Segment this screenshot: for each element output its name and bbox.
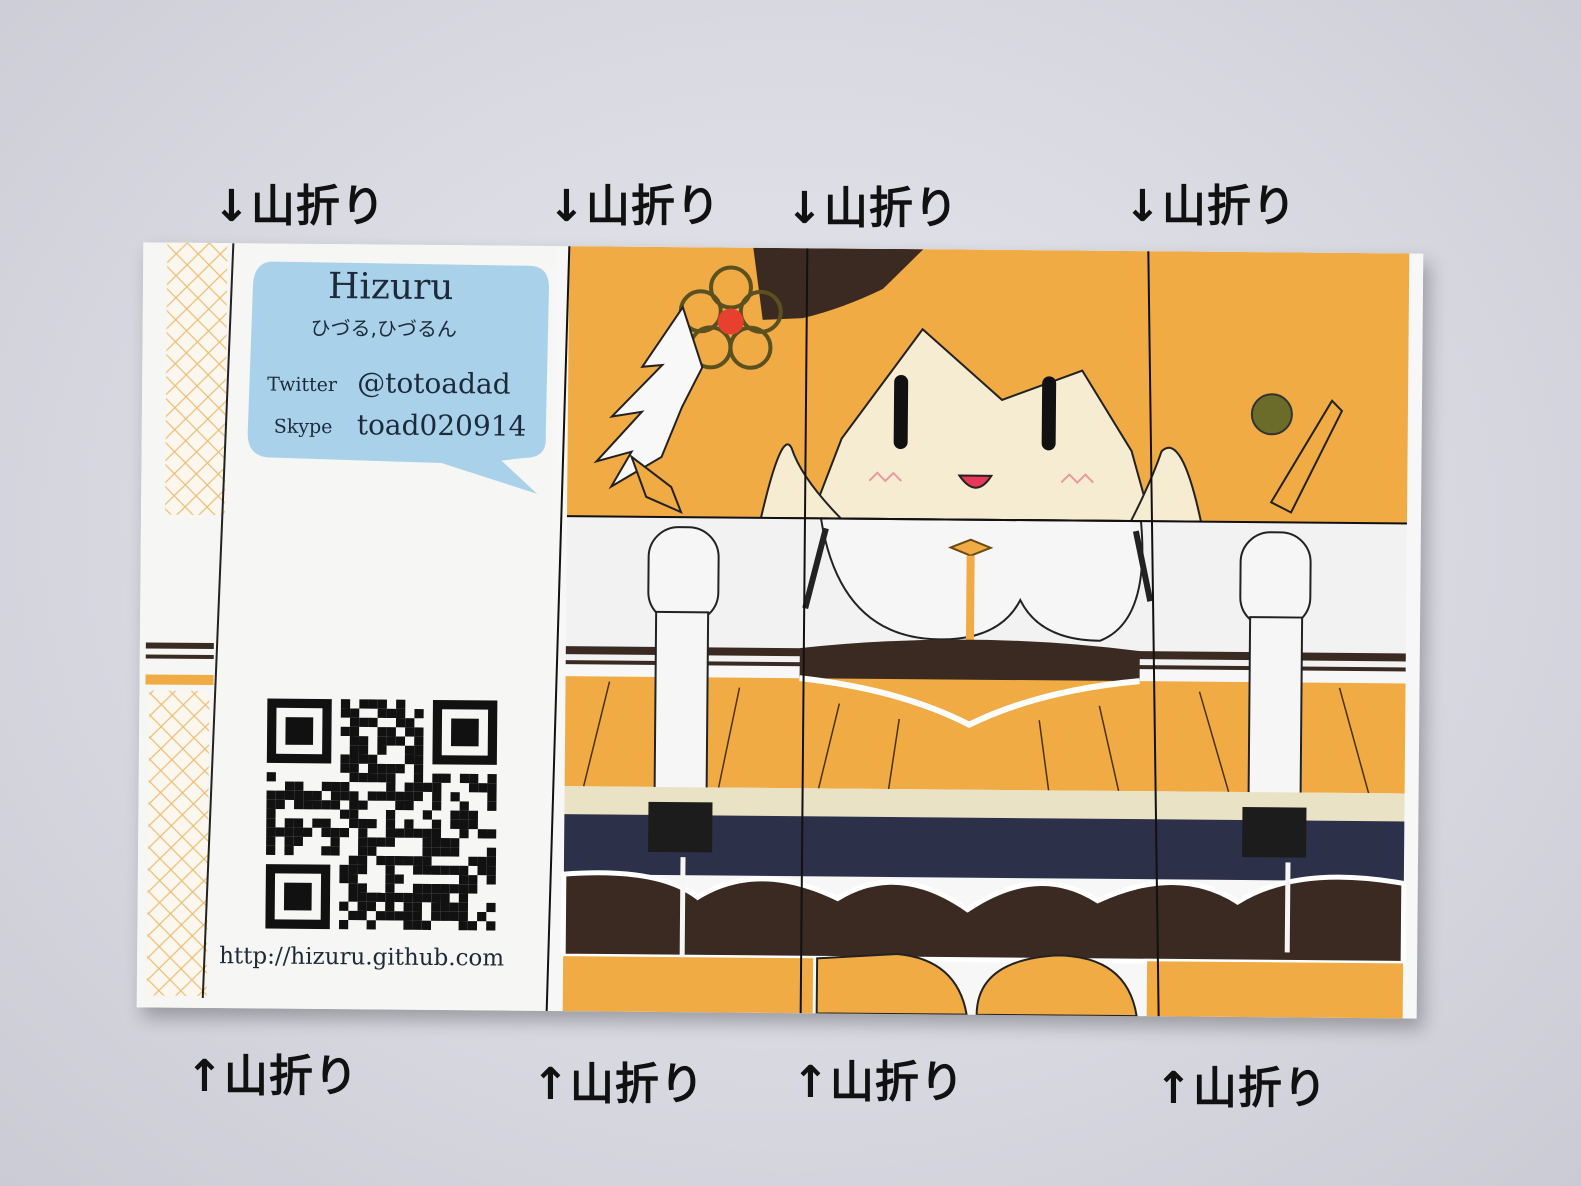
business-card: Hizuru ひづる,ひづるん Twitter @totoadad Skype …	[136, 242, 1424, 1019]
lattice-flap-top	[164, 242, 228, 516]
qr-code-icon	[259, 692, 504, 937]
fold-label-bottom-4: ↑山折り	[1155, 1063, 1328, 1114]
character-illustration	[560, 246, 1410, 1019]
lattice-flap-bottom	[146, 690, 210, 997]
fold-label-bottom-1: ↑山折り	[186, 1051, 359, 1102]
fold-label-bottom-3: ↑山折り	[792, 1057, 965, 1108]
left-eye	[893, 375, 909, 450]
skype-label: Skype	[273, 415, 333, 439]
right-eye	[1041, 376, 1057, 451]
fold-label-bottom-2: ↑山折り	[532, 1059, 705, 1110]
card-kana: ひづる,ひづるん	[310, 315, 458, 342]
fold-label-top-3: ↓山折り	[786, 183, 959, 234]
fold-label-top-1: ↓山折り	[213, 181, 386, 232]
fold-label-top-4: ↓山折り	[1124, 181, 1297, 232]
card-name: Hizuru	[327, 266, 454, 309]
website-url: http://hizuru.github.com	[219, 943, 505, 972]
fold-label-top-2: ↓山折り	[548, 181, 721, 232]
twitter-label: Twitter	[267, 373, 338, 397]
card-artwork	[136, 242, 1410, 1019]
twitter-handle: @totoadad	[357, 366, 511, 401]
skype-id: toad020914	[356, 408, 527, 443]
